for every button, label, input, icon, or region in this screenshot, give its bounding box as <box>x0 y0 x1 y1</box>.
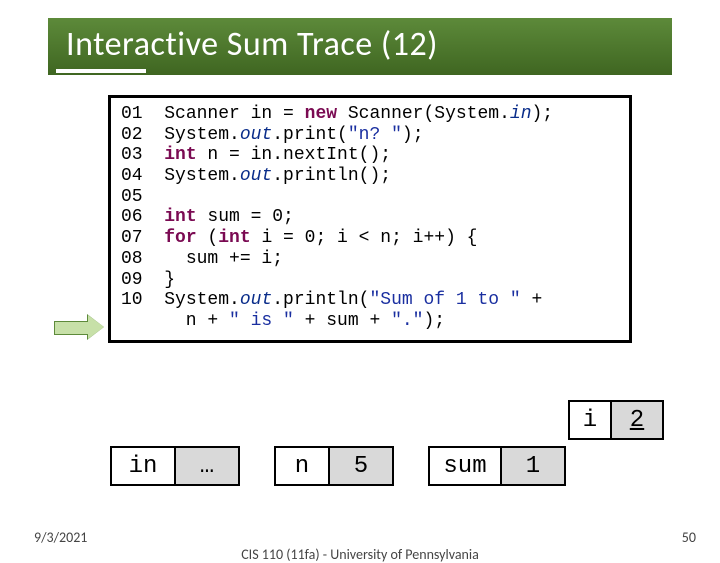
i-label: i <box>568 400 612 440</box>
code-line-05: 05 <box>121 187 619 208</box>
sum-value: 1 <box>502 446 566 486</box>
footer-date: 9/3/2021 <box>34 529 87 546</box>
code-line-08: 08 sum += i; <box>121 249 619 270</box>
slide-title: Interactive Sum Trace (12) <box>66 24 672 65</box>
trace-var-i: i 2 <box>568 400 664 440</box>
code-line-09: 09 } <box>121 270 619 291</box>
title-bar: Interactive Sum Trace (12) <box>48 18 672 75</box>
footer-page-number: 50 <box>682 529 696 546</box>
in-label: in <box>110 446 176 486</box>
footer-course: CIS 110 (11fa) - University of Pennsylva… <box>0 546 720 563</box>
in-value: … <box>176 446 240 486</box>
sum-label: sum <box>428 446 502 486</box>
code-line-01: 01 Scanner in = new Scanner(System.in); <box>121 104 619 125</box>
code-line-04: 04 System.out.println(); <box>121 166 619 187</box>
code-line-06: 06 int sum = 0; <box>121 207 619 228</box>
n-value: 5 <box>330 446 394 486</box>
code-line-03: 03 int n = in.nextInt(); <box>121 145 619 166</box>
title-underline <box>48 73 672 77</box>
code-line-10: 10 System.out.println("Sum of 1 to " + <box>121 290 619 311</box>
code-line-07: 07 for (int i = 0; i < n; i++) { <box>121 228 619 249</box>
code-line-02: 02 System.out.print("n? "); <box>121 125 619 146</box>
execution-pointer-arrow <box>54 316 104 338</box>
trace-row: in … n 5 sum 1 <box>110 446 566 486</box>
n-label: n <box>274 446 330 486</box>
code-line-11: n + " is " + sum + "."); <box>121 311 619 332</box>
code-listing: 01 Scanner in = new Scanner(System.in); … <box>108 95 632 343</box>
i-value: 2 <box>612 400 664 440</box>
